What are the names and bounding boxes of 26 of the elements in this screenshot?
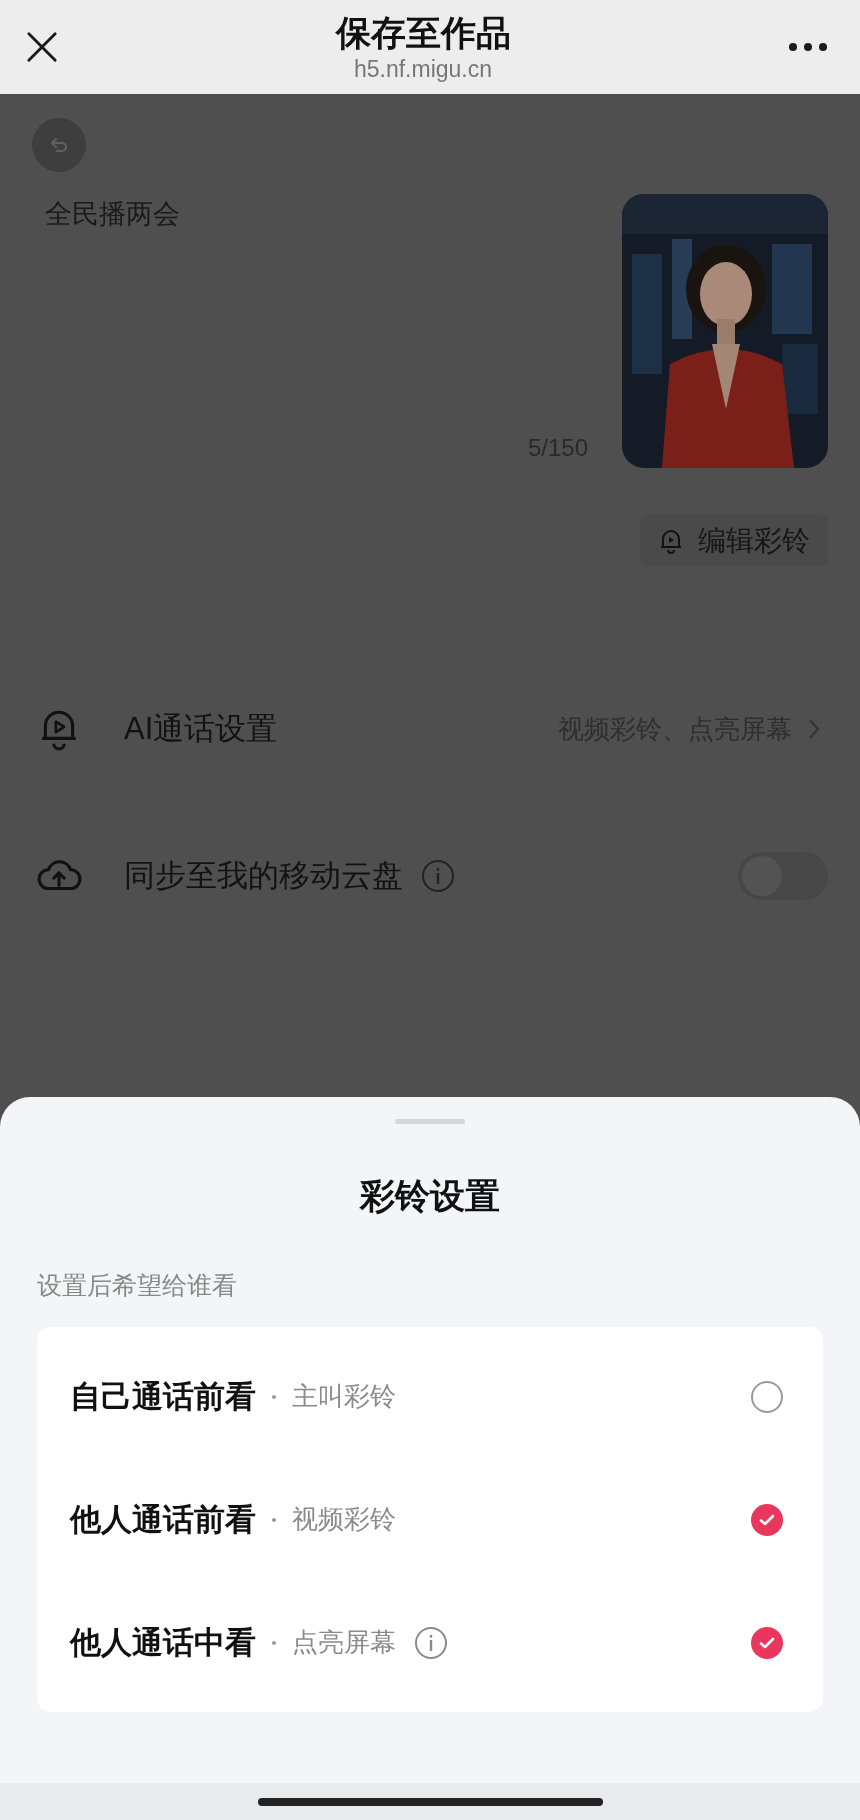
- option-detail: 视频彩铃: [292, 1503, 396, 1536]
- info-icon[interactable]: [421, 859, 455, 893]
- chevron-icon: [808, 718, 820, 740]
- close-icon[interactable]: [26, 31, 58, 63]
- separator-dot: [272, 1394, 276, 1399]
- separator-dot: [272, 1640, 276, 1645]
- drag-handle[interactable]: [395, 1119, 465, 1124]
- option-label[interactable]: 他人通话中看: [70, 1621, 256, 1664]
- setting-label: 同步至我的移动云盘: [124, 857, 403, 895]
- checked-checkbox[interactable]: [750, 1502, 784, 1537]
- separator-dot: [272, 1517, 276, 1522]
- info-icon[interactable]: [414, 1625, 448, 1660]
- page-title: 保存至作品: [335, 12, 511, 54]
- home-indicator[interactable]: [257, 1797, 603, 1806]
- page-url: h5.nf.migu.cn: [353, 55, 493, 83]
- checked-checkbox[interactable]: [750, 1625, 784, 1660]
- option-label[interactable]: 他人通话前看: [70, 1498, 256, 1541]
- section-label: 设置后希望给谁看: [37, 1270, 238, 1301]
- bell-icon: [658, 528, 684, 554]
- more-icon[interactable]: [788, 42, 828, 52]
- sheet-title: 彩铃设置: [360, 1175, 500, 1217]
- setting-label[interactable]: AI通话设置: [124, 708, 278, 750]
- option-detail: 主叫彩铃: [292, 1380, 396, 1413]
- option-label[interactable]: 自己通话前看: [70, 1375, 256, 1418]
- option-detail: 点亮屏幕: [292, 1626, 396, 1659]
- unchecked-checkbox[interactable]: [750, 1379, 784, 1414]
